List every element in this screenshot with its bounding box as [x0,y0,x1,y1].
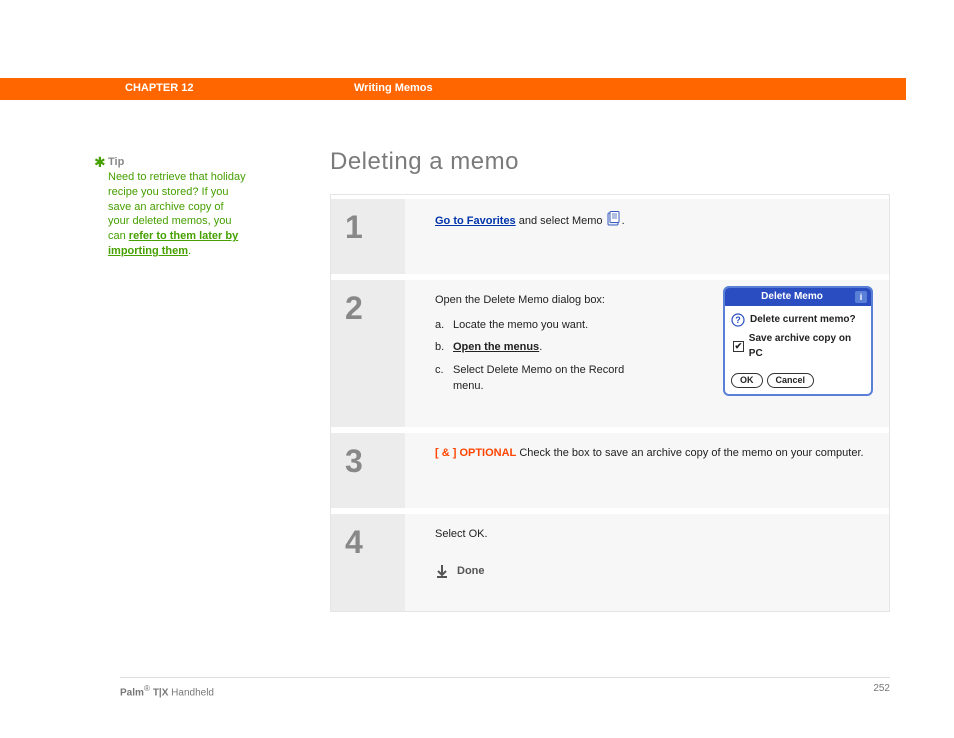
chapter-label: CHAPTER 12 [125,82,193,94]
archive-checkbox[interactable]: ✔ [733,341,744,352]
step-row: 1 Go to Favorites and select Memo . [331,195,889,274]
dialog-titlebar: Delete Memo i [725,288,871,306]
tip-after: . [188,245,191,257]
step-number: 4 [345,524,391,561]
dialog-body: ? Delete current memo? ✔ Save archive co… [725,306,871,369]
tip-label: Tip [108,156,124,168]
step-row: 4 Select OK. Done [331,508,889,611]
step-row: 3 [ & ] OPTIONAL Check the box to save a… [331,427,889,508]
step-body: Go to Favorites and select Memo . [405,199,889,274]
sub-letter: b. [435,339,453,356]
step2-intro: Open the Delete Memo dialog box: [435,292,625,309]
dialog-checkbox-row: ✔ Save archive copy on PC [731,331,865,361]
svg-text:?: ? [735,315,741,325]
sub-text: Select Delete Memo on the Record menu. [453,362,625,395]
footer: Palm® T|X Handheld 252 [120,677,890,698]
ok-button[interactable]: OK [731,373,763,388]
delete-memo-dialog: Delete Memo i ? Delete current memo? ✔ S… [723,286,873,396]
page-title: Deleting a memo [330,148,890,176]
cancel-button[interactable]: Cancel [767,373,815,388]
sub-item: c.Select Delete Memo on the Record menu. [435,362,625,395]
step1-rest: and select Memo [516,215,606,227]
step-row: 2 Open the Delete Memo dialog box: a.Loc… [331,274,889,427]
sub-item: b.Open the menus. [435,339,625,356]
info-icon[interactable]: i [855,291,867,303]
memo-icon [606,211,622,227]
done-arrow-icon [435,564,449,578]
section-label: Writing Memos [354,82,433,94]
question-icon: ? [731,313,745,327]
dialog-question-row: ? Delete current memo? [731,312,865,327]
step3-body: Check the box to save an archive copy of… [516,447,863,459]
dialog-title-text: Delete Memo [761,289,823,304]
done-row: Done [435,563,873,580]
main-content: Deleting a memo 1 Go to Favorites and se… [330,148,890,612]
step-body: [ & ] OPTIONAL Check the box to save an … [405,433,889,508]
step4-body: Select OK. [435,526,873,543]
step1-period: . [622,215,625,227]
product-name: Palm® T|X Handheld [120,683,214,698]
step-num-cell: 3 [331,433,405,508]
step-body: Select OK. Done [405,514,889,611]
sub-item: a.Locate the memo you want. [435,317,625,334]
open-menus-link[interactable]: Open the menus [453,341,539,353]
steps-container: 1 Go to Favorites and select Memo . 2 Op… [330,194,890,612]
sub-text: Open the menus. [453,339,542,356]
step-num-cell: 1 [331,199,405,274]
tip-star-icon: ✱ [94,153,106,172]
optional-tag: [ & ] OPTIONAL [435,447,516,459]
header-bar: CHAPTER 12 Writing Memos [0,78,906,100]
done-label: Done [457,563,485,580]
step-number: 2 [345,290,391,327]
favorites-link[interactable]: Go to Favorites [435,215,516,227]
sub-letter: a. [435,317,453,334]
step-number: 3 [345,443,391,480]
step-num-cell: 4 [331,514,405,611]
tip-box: ✱ Tip Need to retrieve that holiday reci… [108,155,248,259]
step2-instructions: Open the Delete Memo dialog box: a.Locat… [435,292,625,395]
sub-text: Locate the memo you want. [453,317,588,334]
step-body: Open the Delete Memo dialog box: a.Locat… [405,280,889,427]
step-number: 1 [345,209,391,246]
sub-list: a.Locate the memo you want. b.Open the m… [435,317,625,395]
step-num-cell: 2 [331,280,405,427]
checkbox-label: Save archive copy on PC [749,331,865,361]
sub-letter: c. [435,362,453,395]
dialog-buttons: OK Cancel [725,369,871,394]
page-number: 252 [873,683,890,698]
dialog-question: Delete current memo? [750,312,856,327]
